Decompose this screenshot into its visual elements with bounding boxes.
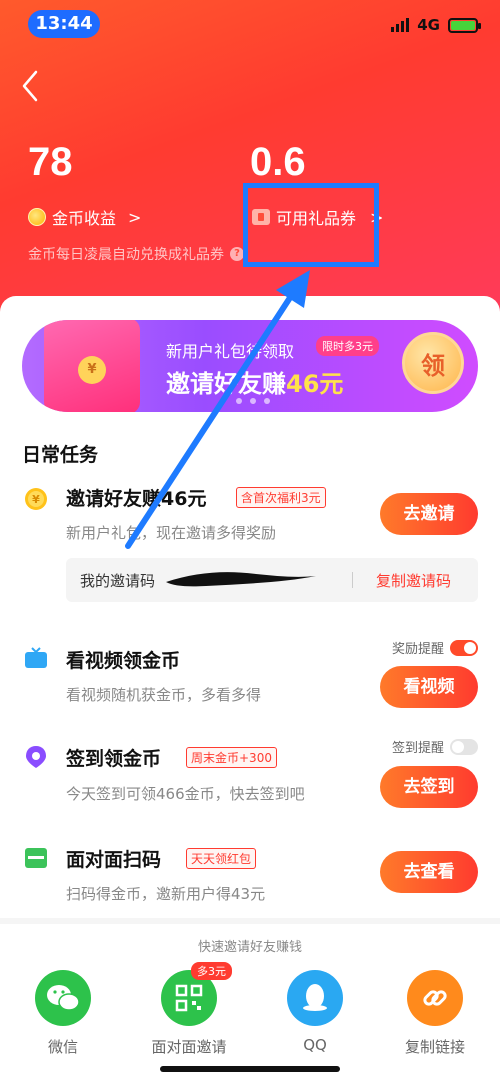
divider [352, 572, 353, 588]
coin-value: 78 [28, 140, 73, 184]
invite-banner[interactable]: ¥ 新用户礼包待领取 限时多3元 邀请好友赚46元 领 [22, 320, 478, 412]
wechat-icon [35, 970, 91, 1026]
task-desc: 新用户礼包，现在邀请多得奖励 [66, 524, 277, 542]
reminder-label: 奖励提醒 [391, 642, 444, 657]
share-copy-link[interactable]: 复制链接 [380, 970, 490, 1057]
claim-button[interactable]: 领 [402, 332, 464, 394]
share-wechat[interactable]: 微信 [8, 970, 118, 1057]
invite-code-label: 我的邀请码 [80, 572, 156, 590]
coin-icon: ¥ [25, 488, 47, 510]
highlight-box [243, 183, 379, 267]
status-time: 13:44 [28, 10, 100, 38]
coin-earnings-link[interactable]: 金币收益 > [28, 205, 141, 229]
task-badge: 天天领红包 [186, 848, 257, 869]
task-desc: 今天签到可领466金币，快去签到吧 [66, 785, 305, 803]
envelope-seal: ¥ [78, 356, 106, 384]
network-type: 4G [417, 16, 440, 34]
share-caption: 快速邀请好友赚钱 [197, 940, 302, 955]
red-envelope-icon: ¥ [44, 320, 140, 412]
reward-reminder: 奖励提醒 [392, 638, 478, 657]
status-indicators: 4G [391, 16, 481, 34]
share-qq[interactable]: QQ [260, 970, 370, 1054]
share-bar: 快速邀请好友赚钱 微信 多3元 面对面邀请 QQ 复制链接 [0, 918, 500, 1082]
copy-invite-code-button[interactable]: 复制邀请码 [376, 570, 451, 591]
reminder-toggle[interactable] [450, 738, 478, 755]
task-title: 邀请好友赚46元 [66, 488, 207, 510]
coin-icon [28, 208, 46, 226]
chevron-right-icon: > [128, 207, 142, 227]
share-label: 面对面邀请 [151, 1038, 227, 1056]
checkin-reminder: 签到提醒 [392, 737, 478, 756]
banner-subtitle: 新用户礼包待领取 [166, 342, 295, 361]
tv-icon [25, 647, 47, 668]
watch-video-button[interactable]: 看视频 [380, 666, 478, 708]
signal-icon [391, 18, 410, 32]
share-label: 复制链接 [404, 1038, 465, 1056]
share-label: 微信 [47, 1038, 78, 1056]
chevron-left-icon [22, 70, 38, 102]
voucher-value: 0.6 [250, 140, 306, 184]
home-indicator[interactable] [160, 1066, 340, 1072]
link-icon [407, 970, 463, 1026]
share-face-to-face[interactable]: 多3元 面对面邀请 [134, 962, 244, 1057]
reminder-label: 签到提醒 [391, 741, 444, 756]
banner-title-amount: 46元 [286, 370, 344, 398]
redaction-scribble [166, 572, 316, 587]
invite-code-box: 我的邀请码 复制邀请码 [66, 558, 478, 602]
view-button[interactable]: 去查看 [380, 851, 478, 893]
back-button[interactable] [16, 68, 46, 104]
invite-button[interactable]: 去邀请 [380, 493, 478, 535]
share-label: QQ [303, 1036, 327, 1054]
exchange-hint: 金币每日凌晨自动兑换成礼品券 ? [28, 244, 244, 264]
battery-icon [448, 17, 481, 33]
coin-label: 金币收益 [52, 209, 117, 228]
scan-icon [25, 848, 47, 868]
share-badge: 多3元 [191, 962, 232, 980]
task-title: 看视频领金币 [66, 650, 181, 672]
svg-text:¥: ¥ [32, 493, 40, 506]
task-badge: 周末金币+300 [186, 747, 277, 768]
task-title: 面对面扫码 [66, 849, 162, 871]
task-badge: 含首次福利3元 [236, 487, 326, 508]
banner-title: 邀请好友赚46元 [166, 364, 343, 399]
banner-tag: 限时多3元 [316, 336, 379, 356]
reminder-toggle[interactable] [450, 639, 478, 656]
check-in-button[interactable]: 去签到 [380, 766, 478, 808]
help-icon[interactable]: ? [230, 247, 244, 261]
qq-icon [287, 970, 343, 1026]
section-title: 日常任务 [22, 444, 99, 466]
location-pin-icon [26, 746, 46, 768]
task-desc: 扫码得金币，邀新用户得43元 [66, 885, 266, 903]
hint-text: 金币每日凌晨自动兑换成礼品券 [28, 247, 224, 263]
task-title: 签到领金币 [66, 748, 162, 770]
qr-code-icon: 多3元 [161, 962, 232, 1026]
carousel-dots [236, 398, 270, 404]
banner-title-prefix: 邀请好友赚 [166, 370, 286, 398]
task-desc: 看视频随机获金币，多看多得 [66, 686, 262, 704]
